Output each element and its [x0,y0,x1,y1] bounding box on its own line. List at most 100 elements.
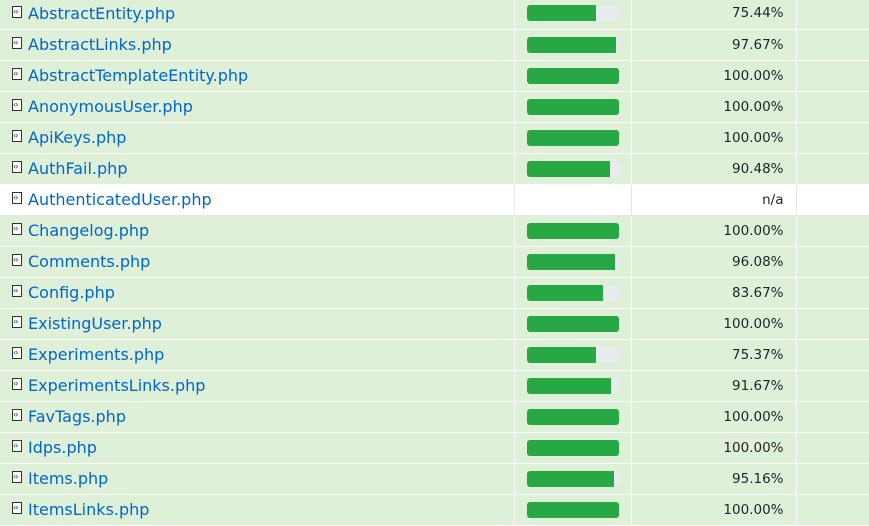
coverage-bar-cell [514,60,632,92]
table-row: AbstractEntity.php 75.44% [0,0,869,30]
file-link[interactable]: ExperimentsLinks.php [28,376,205,395]
file-name-cell: ExistingUser.php [0,308,515,340]
coverage-bar-cell [514,122,632,154]
code-file-icon [12,5,22,18]
file-name-cell: Experiments.php [0,339,515,371]
coverage-percent: 100.00% [631,91,797,123]
coverage-progress-bar [526,470,619,487]
coverage-percent: 100.00% [631,401,797,433]
coverage-progress-fill [526,408,619,425]
table-row: AnonymousUser.php 100.00% [0,91,869,123]
table-row: Changelog.php 100.00% [0,215,869,247]
coverage-bar-cell [514,29,632,61]
file-name-cell: Items.php [0,463,515,495]
coverage-bar-cell [514,184,632,216]
table-row: FavTags.php 100.00% [0,401,869,433]
coverage-bar-cell [514,463,632,495]
coverage-progress-bar [526,160,619,177]
file-link[interactable]: ApiKeys.php [28,128,126,147]
coverage-table-body: AbstractEntity.php 75.44% AbstractLinks.… [0,0,869,526]
coverage-bar-cell [514,308,632,340]
file-link[interactable]: AbstractLinks.php [28,35,172,54]
file-link[interactable]: AbstractTemplateEntity.php [28,66,248,85]
file-name-cell: AuthenticatedUser.php [0,184,515,216]
coverage-progress-bar [526,98,619,115]
file-link[interactable]: AnonymousUser.php [28,97,193,116]
coverage-bar-cell [514,339,632,371]
coverage-percent: 75.37% [631,339,797,371]
empty-cell [796,370,869,402]
coverage-progress-bar [526,253,619,270]
coverage-bar-cell [514,401,632,433]
table-row: AuthenticatedUser.php n/a [0,184,869,216]
coverage-progress-fill [526,470,615,487]
file-link[interactable]: ItemsLinks.php [28,500,149,519]
coverage-progress-fill [526,315,619,332]
table-row: ApiKeys.php 100.00% [0,122,869,154]
empty-cell [796,153,869,185]
coverage-bar-cell [514,432,632,464]
coverage-progress-fill [526,222,619,239]
coverage-bar-cell [514,215,632,247]
file-name-cell: ExperimentsLinks.php [0,370,515,402]
coverage-percent: 75.44% [631,0,797,30]
file-name-cell: AuthFail.php [0,153,515,185]
file-link[interactable]: Comments.php [28,252,150,271]
file-link[interactable]: AbstractEntity.php [28,4,175,23]
file-link[interactable]: Config.php [28,283,115,302]
empty-cell [796,494,869,526]
coverage-percent: 100.00% [631,215,797,247]
coverage-progress-bar [526,439,619,456]
coverage-progress-fill [526,5,596,22]
code-file-icon [12,285,22,297]
coverage-progress-bar [526,284,619,301]
file-link[interactable]: AuthenticatedUser.php [28,190,212,209]
file-name-cell: Changelog.php [0,215,515,247]
coverage-bar-cell [514,246,632,278]
coverage-progress-fill [526,284,604,301]
empty-cell [796,122,869,154]
code-file-icon [12,37,22,49]
table-row: AbstractLinks.php 97.67% [0,29,869,61]
coverage-table: AbstractEntity.php 75.44% AbstractLinks.… [0,0,869,526]
code-file-icon [12,471,22,483]
empty-cell [796,339,869,371]
code-file-icon [12,99,22,111]
coverage-progress-fill [526,346,596,363]
table-row: Experiments.php 75.37% [0,339,869,371]
coverage-percent: 83.67% [631,277,797,309]
coverage-bar-cell [514,370,632,402]
table-row: Comments.php 96.08% [0,246,869,278]
coverage-percent: 97.67% [631,29,797,61]
coverage-progress-bar [526,5,619,22]
file-link[interactable]: Idps.php [28,438,97,457]
coverage-progress-fill [526,253,615,270]
coverage-percent: 90.48% [631,153,797,185]
table-row: Items.php 95.16% [0,463,869,495]
coverage-percent: 100.00% [631,308,797,340]
coverage-bar-cell [514,494,632,526]
file-name-cell: Config.php [0,277,515,309]
file-link[interactable]: Changelog.php [28,221,149,240]
code-file-icon [12,440,22,452]
code-file-icon [12,378,22,390]
coverage-bar-cell [514,277,632,309]
file-link[interactable]: Experiments.php [28,345,164,364]
code-file-icon [12,316,22,328]
coverage-progress-bar [526,377,619,394]
file-link[interactable]: FavTags.php [28,407,126,426]
coverage-percent: n/a [631,184,797,216]
file-link[interactable]: Items.php [28,469,108,488]
code-file-icon [12,192,22,204]
coverage-bar-cell [514,153,632,185]
empty-cell [796,91,869,123]
file-name-cell: AnonymousUser.php [0,91,515,123]
coverage-progress-fill [526,501,619,518]
file-link[interactable]: AuthFail.php [28,159,127,178]
file-link[interactable]: ExistingUser.php [28,314,162,333]
table-row: AbstractTemplateEntity.php 100.00% [0,60,869,92]
coverage-progress-fill [526,98,619,115]
empty-cell [796,184,869,216]
coverage-percent: 96.08% [631,246,797,278]
empty-cell [796,463,869,495]
